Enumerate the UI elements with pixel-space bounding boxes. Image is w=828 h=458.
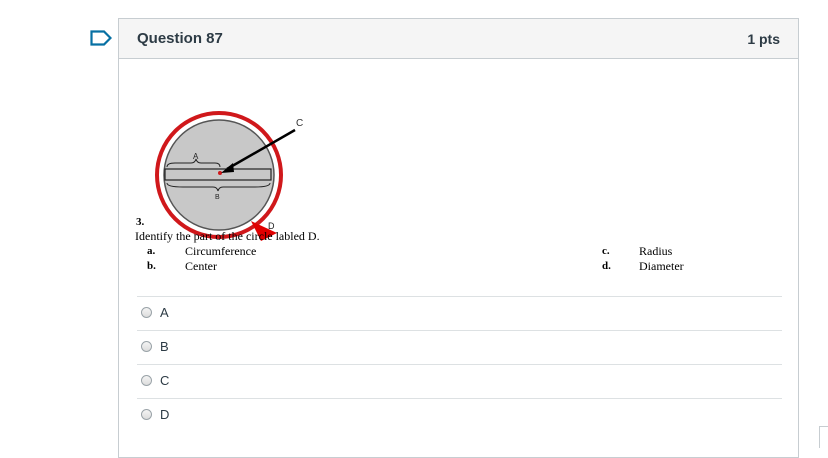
radio-button-icon[interactable]: [141, 307, 152, 318]
answer-option-b[interactable]: B: [137, 330, 782, 364]
question-card: Question 87 1 pts A B C D 3. Identify th…: [118, 18, 799, 458]
question-number: 3.: [136, 216, 145, 228]
radio-button-icon[interactable]: [141, 375, 152, 386]
question-header: Question 87 1 pts: [119, 19, 798, 59]
choice-text-a: Circumference: [185, 244, 257, 258]
answer-label: D: [160, 407, 170, 422]
label-b: B: [215, 194, 220, 201]
answer-label: B: [160, 339, 169, 354]
choice-letter-a: a.: [147, 245, 156, 257]
adjacent-panel-edge: [819, 426, 828, 448]
choice-letter-b: b.: [147, 260, 156, 272]
radio-button-icon[interactable]: [141, 341, 152, 352]
diameter-bar: [164, 168, 272, 181]
question-points: 1 pts: [747, 31, 780, 47]
answer-option-d[interactable]: D: [137, 398, 782, 432]
center-point: [218, 171, 222, 175]
flag-question-icon[interactable]: [90, 30, 112, 46]
answer-option-a[interactable]: A: [137, 296, 782, 330]
answer-list: A B C D: [137, 296, 782, 432]
label-c: C: [296, 118, 303, 129]
answer-label: C: [160, 373, 170, 388]
circle-diagram: A B C D: [155, 111, 303, 241]
choice-letter-d: d.: [602, 260, 611, 272]
choice-text-c: Radius: [639, 244, 673, 258]
answer-option-c[interactable]: C: [137, 364, 782, 398]
choice-text-d: Diameter: [639, 259, 684, 273]
label-a: A: [193, 152, 199, 161]
radio-button-icon[interactable]: [141, 409, 152, 420]
choice-text-b: Center: [185, 259, 217, 273]
answer-label: A: [160, 305, 169, 320]
choice-letter-c: c.: [602, 245, 610, 257]
question-prompt: Identify the part of the circle labled D…: [135, 229, 320, 243]
question-title: Question 87: [137, 30, 223, 47]
